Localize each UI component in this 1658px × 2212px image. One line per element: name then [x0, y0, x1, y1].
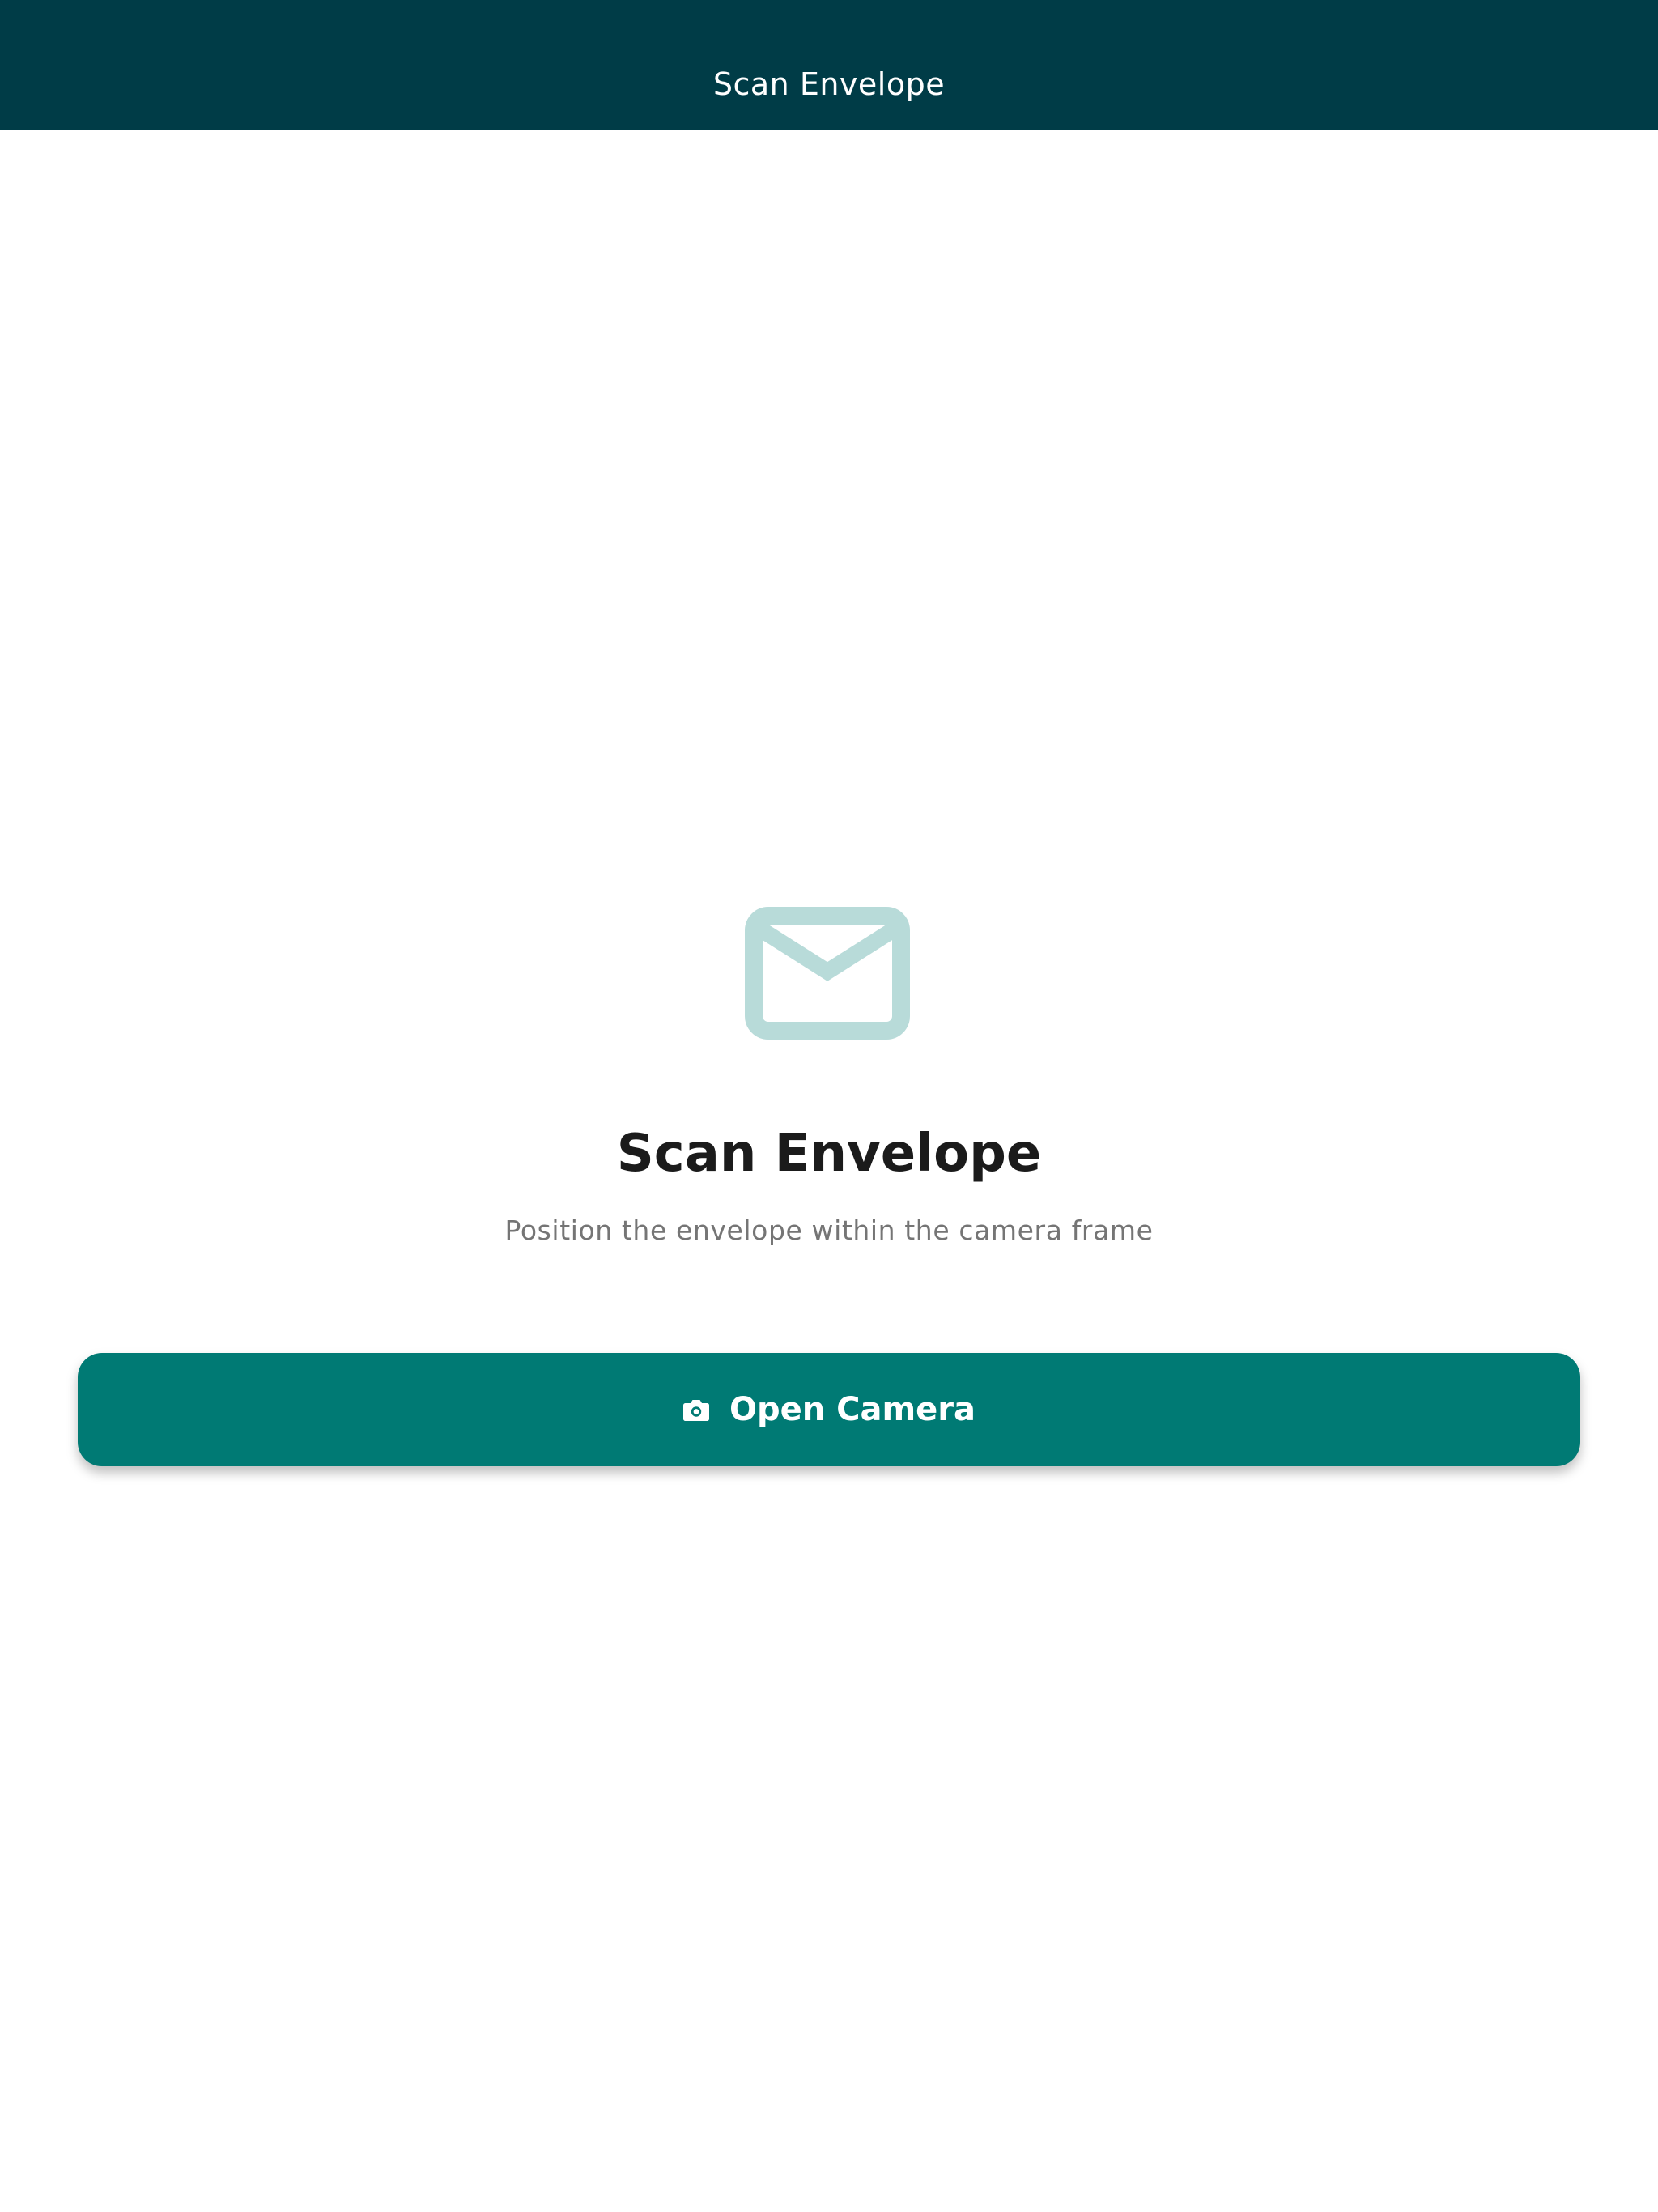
instruction-text: Position the envelope within the camera …: [504, 1214, 1154, 1246]
main-content: Scan Envelope Position the envelope with…: [0, 130, 1658, 2212]
envelope-icon: [745, 907, 910, 1040]
app-bar: Scan Envelope: [0, 0, 1658, 130]
open-camera-button[interactable]: Open Camera: [78, 1353, 1580, 1466]
scan-envelope-screen: Scan Envelope Scan Envelope Position the…: [0, 0, 1658, 2212]
open-camera-label: Open Camera: [729, 1391, 976, 1428]
page-heading: Scan Envelope: [616, 1124, 1042, 1184]
camera-icon: [682, 1400, 709, 1421]
app-bar-title: Scan Envelope: [712, 66, 946, 102]
